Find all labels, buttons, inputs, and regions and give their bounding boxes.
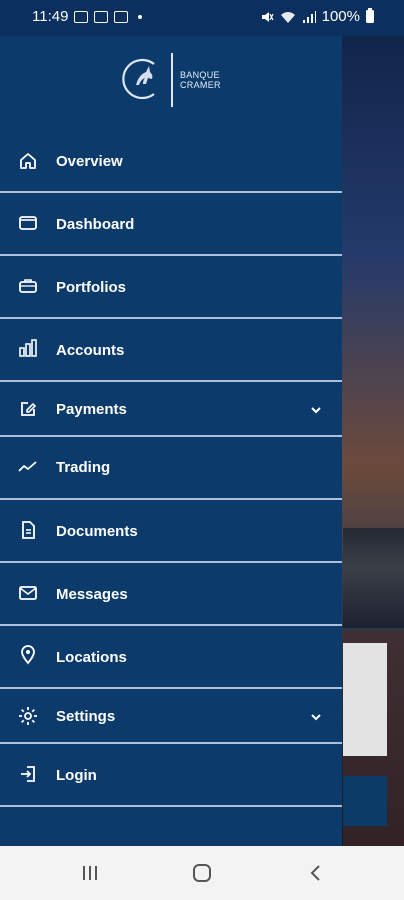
mail-icon — [19, 586, 37, 600]
background-button — [343, 776, 387, 826]
trend-icon — [18, 461, 37, 472]
back-button[interactable] — [276, 846, 356, 900]
recents-icon — [83, 866, 97, 880]
menu-item-label: Settings — [56, 708, 116, 725]
menu-item-label: Portfolios — [56, 279, 126, 296]
bar-chart-icon — [19, 339, 37, 357]
folder-icon — [19, 216, 37, 230]
more-notifications-icon — [138, 14, 143, 19]
background-skyline — [343, 528, 404, 628]
calendar-icon — [114, 10, 129, 23]
status-bar: 11:49 100% — [0, 0, 404, 36]
menu-item-settings[interactable]: Settings — [0, 689, 342, 743]
menu-item-label: Messages — [56, 586, 128, 603]
menu-item-label: Trading — [56, 459, 111, 476]
menu-item-label: Login — [56, 767, 97, 784]
menu-item-overview[interactable]: Overview — [0, 131, 342, 193]
briefcase-icon — [19, 279, 37, 293]
recents-button[interactable] — [50, 846, 130, 900]
system-navigation-bar — [0, 846, 404, 900]
status-left: 11:49 — [32, 8, 143, 25]
gear-icon — [19, 707, 37, 725]
battery-icon — [366, 8, 374, 23]
menu-item-payments[interactable]: Payments — [0, 382, 342, 436]
gallery-icon — [74, 10, 89, 23]
menu-item-label: Accounts — [56, 342, 125, 359]
battery-percent: 100% — [321, 8, 360, 25]
menu-item-label: Overview — [56, 153, 123, 170]
bank-logo[interactable]: BANQUE CRAMER — [120, 51, 240, 109]
menu-item-dashboard[interactable]: Dashboard — [0, 193, 342, 255]
menu-item-accounts[interactable]: Accounts — [0, 319, 342, 381]
login-icon — [21, 766, 35, 782]
menu-item-locations[interactable]: Locations — [0, 626, 342, 688]
logo-divider — [171, 53, 173, 107]
menu-item-trading[interactable]: Trading — [0, 437, 342, 499]
menu-item-portfolios[interactable]: Portfolios — [0, 256, 342, 318]
menu-item-label: Payments — [56, 401, 127, 418]
menu-item-login[interactable]: Login — [0, 744, 342, 806]
logo-text-line2: CRAMER — [180, 80, 221, 90]
home-button[interactable] — [162, 846, 242, 900]
back-icon — [310, 865, 320, 881]
status-right: 100% — [260, 8, 374, 25]
mute-icon — [261, 11, 274, 22]
document-icon — [22, 521, 35, 539]
home-circle-icon — [193, 864, 211, 882]
background-card — [343, 643, 387, 756]
logo-text-line1: BANQUE — [180, 70, 220, 80]
unicorn-logo-icon — [122, 58, 155, 100]
location-pin-icon — [21, 645, 35, 665]
logo-text: BANQUE CRAMER — [180, 70, 221, 90]
menu-item-label: Documents — [56, 523, 138, 540]
menu-divider — [0, 805, 342, 807]
status-time: 11:49 — [32, 8, 69, 25]
menu-item-label: Locations — [56, 649, 127, 666]
menu-item-messages[interactable]: Messages — [0, 563, 342, 625]
edit-icon — [21, 402, 37, 416]
chevron-down-icon[interactable] — [310, 711, 322, 723]
home-icon — [20, 153, 36, 169]
chevron-down-icon[interactable] — [310, 404, 322, 416]
navigation-drawer: BANQUE CRAMER Overview Dashboard Portfol… — [0, 36, 342, 846]
menu-item-documents[interactable]: Documents — [0, 500, 342, 562]
menu-item-label: Dashboard — [56, 216, 135, 233]
mail-notification-icon — [94, 10, 109, 23]
signal-icon — [302, 10, 316, 23]
wifi-icon — [280, 11, 295, 23]
